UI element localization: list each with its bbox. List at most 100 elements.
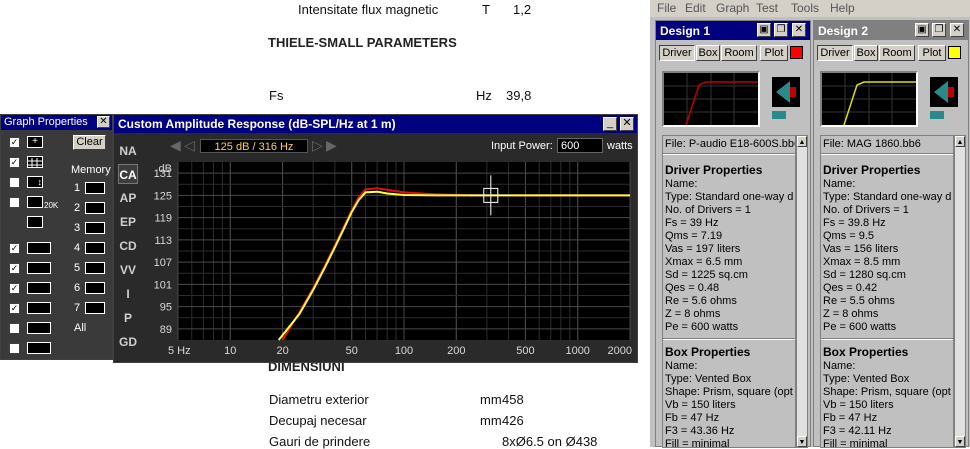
checkbox-y-scale[interactable]	[9, 177, 20, 188]
amplitude-chart[interactable]: 1311251191131071019589dB5 Hz 10 20 50 100 200…	[142, 158, 634, 360]
tab-box[interactable]: Box	[696, 45, 720, 61]
driver-qes: Qes = 0.42	[823, 282, 878, 294]
checkbox-grid[interactable]: ✓	[9, 157, 20, 168]
checkbox-crosshair[interactable]: ✓	[9, 137, 20, 148]
tab-custom-amplitude[interactable]: CA	[118, 164, 138, 184]
scroll-down-icon[interactable]: ▼	[955, 436, 965, 447]
speaker-offset-icon	[27, 322, 51, 334]
tab-vent-velocity[interactable]: VV	[118, 260, 138, 280]
tab-electric-power[interactable]: EP	[118, 212, 138, 232]
tab-cone-displacement[interactable]: CD	[118, 236, 138, 256]
decupaj-label: Decupaj necesar	[269, 413, 367, 428]
close-icon[interactable]: ✕	[792, 23, 806, 37]
driver-z: Z = 8 ohms	[823, 308, 879, 320]
memory-slot-label: 1	[74, 182, 81, 194]
memory-slot-4[interactable]	[85, 242, 105, 254]
tab-plot[interactable]: Plot	[918, 45, 946, 61]
amplitude-response-window: Custom Amplitude Response (dB-SPL/Hz at …	[113, 114, 638, 363]
arrow-right-icon[interactable]: ▶	[326, 137, 337, 154]
scroll-up-icon[interactable]: ▲	[955, 136, 965, 147]
tab-driver[interactable]: Driver	[817, 45, 853, 61]
menu-graph[interactable]: Graph	[716, 1, 749, 15]
memory-slot-2[interactable]	[85, 202, 105, 214]
checkbox-speaker-offset[interactable]	[9, 323, 20, 334]
memory-slot-label: 7	[74, 302, 81, 314]
cursor-readout: 125 dB / 316 Hz	[200, 139, 308, 153]
checkbox-speaker-response[interactable]: ✓	[9, 243, 20, 254]
tab-box[interactable]: Box	[854, 45, 878, 61]
box-type: Type: Vented Box	[823, 373, 910, 385]
minimize-icon[interactable]: _	[603, 117, 617, 131]
driver-count: No. of Drivers = 1	[665, 204, 751, 216]
speaker-icon[interactable]	[768, 73, 806, 123]
box-vb: Vb = 150 liters	[823, 399, 894, 411]
box-f3: F3 = 43.36 Hz	[665, 425, 735, 437]
speaker-icon[interactable]	[926, 73, 964, 123]
arrow-right-step-icon[interactable]: ▷	[312, 137, 323, 154]
design-panel: File Edit Graph Test Tools Help Design 1…	[650, 0, 970, 448]
y-tick-label: 95	[160, 302, 172, 314]
design-1-scrollbar[interactable]: ▲ ▼	[796, 135, 808, 448]
scroll-down-icon[interactable]: ▼	[797, 436, 807, 447]
input-power-field[interactable]: 600	[557, 138, 603, 153]
memory-slot-1[interactable]	[85, 182, 105, 194]
design-2-properties: File: MAG 1860.bb6 Driver Properties Nam…	[820, 135, 954, 448]
checkbox-box-response[interactable]: ✓	[9, 263, 20, 274]
x-tick-label: 50	[346, 345, 358, 357]
memory-slot-6[interactable]	[85, 282, 105, 294]
driver-re: Re = 5.6 ohms	[665, 295, 737, 307]
save-icon[interactable]: ▣	[915, 23, 929, 37]
scroll-up-icon[interactable]: ▲	[797, 136, 807, 147]
copy-icon[interactable]: ❐	[774, 23, 788, 37]
response-thumbnail[interactable]	[820, 71, 918, 127]
tab-room[interactable]: Room	[721, 45, 757, 61]
tab-impedance[interactable]: I	[118, 284, 138, 304]
menu-tools[interactable]: Tools	[791, 1, 819, 15]
plot-color-swatch[interactable]	[790, 46, 803, 59]
driver-count: No. of Drivers = 1	[823, 204, 909, 216]
copy-icon[interactable]: ❐	[932, 23, 946, 37]
checkbox-x-range[interactable]	[9, 197, 20, 208]
menu-help[interactable]: Help	[830, 1, 855, 15]
close-icon[interactable]: ✕	[97, 116, 110, 128]
memory-all-button[interactable]: All	[74, 322, 86, 334]
fs-label: Fs	[269, 88, 284, 103]
memory-slot-3[interactable]	[85, 222, 105, 234]
flux-label: Intensitate flux magnetic	[298, 2, 439, 17]
tab-plot[interactable]: Plot	[760, 45, 788, 61]
graph-properties-title: Graph Properties	[1, 115, 112, 130]
memory-slot-label: 5	[74, 262, 81, 274]
file-name: File: P-audio E18-600S.bb6	[665, 138, 796, 150]
clear-button[interactable]: Clear	[73, 135, 106, 150]
checkbox-filter-response[interactable]: ✓	[9, 303, 20, 314]
close-icon[interactable]: ✕	[620, 117, 634, 131]
arrow-left-icon[interactable]: ◀	[170, 137, 181, 154]
design-2-scrollbar[interactable]: ▲ ▼	[954, 135, 966, 448]
close-icon[interactable]: ✕	[950, 23, 964, 37]
tab-acoustic-power[interactable]: AP	[118, 188, 138, 208]
memory-slot-5[interactable]	[85, 262, 105, 274]
menu-test[interactable]: Test	[756, 1, 778, 15]
checkbox-port-response[interactable]	[9, 343, 20, 354]
box-fb: Fb = 47 Hz	[823, 412, 878, 424]
tab-driver[interactable]: Driver	[659, 45, 695, 61]
tab-room[interactable]: Room	[879, 45, 915, 61]
crosshair-icon: +	[27, 136, 43, 148]
arrow-left-step-icon[interactable]: ◁	[184, 137, 195, 154]
checkbox-room-response[interactable]: ✓	[9, 283, 20, 294]
graph-properties-window: Graph Properties ✕ ✓ + ✓ ↕ 20K ✓ ✓ ✓ ✓ C…	[0, 114, 113, 360]
tab-phase[interactable]: P	[118, 308, 138, 328]
tab-group-delay[interactable]: GD	[118, 332, 138, 352]
tab-normalized-amplitude[interactable]: NA	[118, 141, 138, 161]
x-range-20k-label: 20K	[44, 201, 59, 210]
export-icon[interactable]	[27, 216, 43, 228]
driver-qms: Qms = 7.19	[665, 230, 723, 242]
memory-slot-7[interactable]	[85, 302, 105, 314]
save-icon[interactable]: ▣	[757, 23, 771, 37]
memory-slot-label: 2	[74, 202, 81, 214]
menu-file[interactable]: File	[657, 1, 676, 15]
plot-color-swatch[interactable]	[948, 46, 961, 59]
driver-xmax: Xmax = 6.5 mm	[665, 256, 743, 268]
response-thumbnail[interactable]	[662, 71, 760, 127]
menu-edit[interactable]: Edit	[685, 1, 706, 15]
